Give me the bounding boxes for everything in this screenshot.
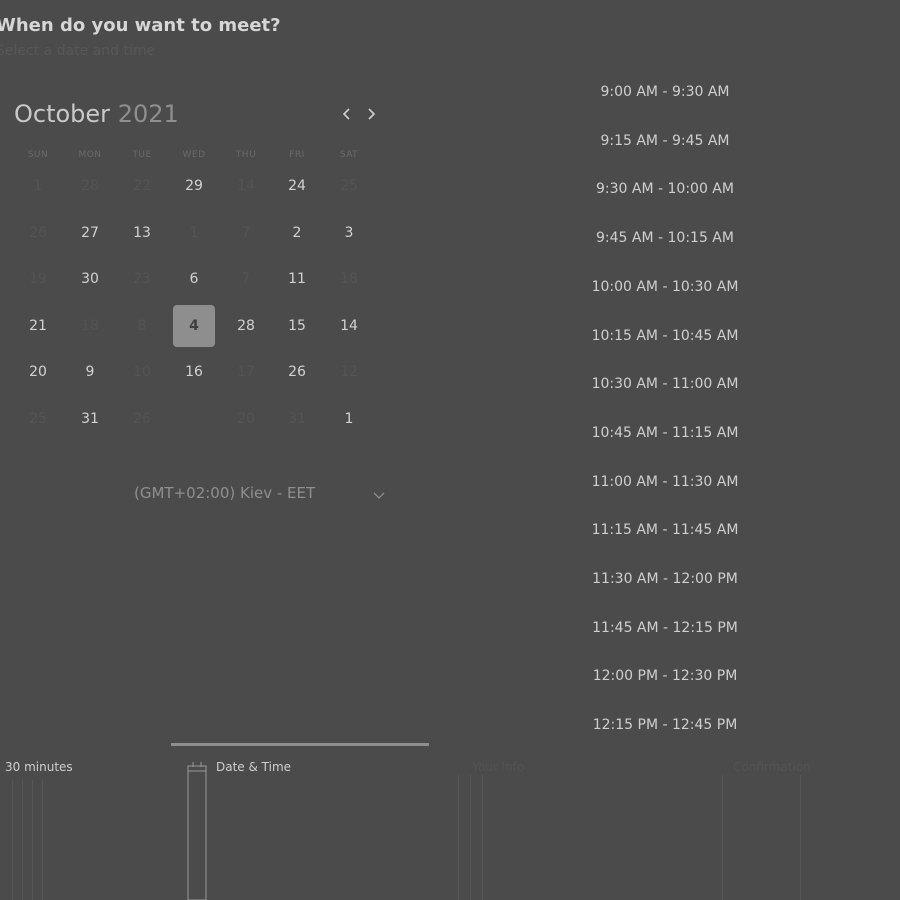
time-slot-button[interactable]: 9:15 AM - 9:45 AM	[570, 126, 760, 156]
calendar-day: 7	[241, 224, 251, 241]
calendar-day[interactable]: 2	[276, 212, 318, 254]
time-slot-button[interactable]: 12:00 PM - 12:30 PM	[570, 661, 760, 691]
chevron-left-icon	[342, 108, 350, 120]
calendar-day[interactable]: 16	[173, 351, 215, 393]
calendar-day: 19	[29, 271, 47, 287]
calendar-day-selected[interactable]: 4	[173, 304, 215, 347]
weekday-header: SAT	[339, 150, 359, 160]
calendar-day[interactable]: 14	[328, 305, 370, 347]
calendar-day: 31	[288, 410, 306, 427]
calendar-day[interactable]: 21	[17, 305, 59, 347]
calendar-day[interactable]: 1	[328, 398, 370, 440]
calendar-day: 14	[237, 178, 255, 194]
calendar-day: 12	[340, 364, 358, 380]
calendar-day: 18	[340, 271, 358, 287]
time-slot-button[interactable]: 11:15 AM - 11:45 AM	[570, 515, 760, 545]
weekday-header: FRI	[289, 150, 305, 160]
calendar-month-year: October 2021	[14, 100, 179, 128]
calendar-icon	[187, 762, 207, 900]
time-slot-button[interactable]: 9:00 AM - 9:30 AM	[570, 77, 760, 107]
weekday-header: TUE	[132, 150, 152, 160]
calendar-day: 28	[81, 178, 99, 194]
calendar-month: October	[14, 100, 111, 128]
calendar-day[interactable]: 9	[69, 351, 111, 393]
calendar-day: 1	[33, 178, 43, 194]
calendar-day: 7	[241, 271, 251, 287]
time-slot-button[interactable]: 9:45 AM - 10:15 AM	[570, 223, 760, 253]
page-title: When do you want to meet?	[0, 15, 281, 36]
step-details: Your Info	[472, 760, 525, 774]
time-slot-button[interactable]: 11:00 AM - 11:30 AM	[570, 467, 760, 497]
calendar-day: 8	[137, 317, 147, 334]
calendar-day[interactable]: 28	[225, 305, 267, 347]
calendar-day[interactable]: 6	[173, 258, 215, 300]
weekday-header: MON	[78, 150, 102, 160]
calendar-day[interactable]: 26	[276, 351, 318, 393]
calendar-day: 26	[133, 410, 151, 427]
calendar-day[interactable]: 27	[69, 212, 111, 254]
calendar-day: 23	[133, 271, 151, 287]
timezone-select[interactable]: (GMT+02:00) Kiev - EET	[134, 484, 315, 502]
weekday-header: WED	[182, 150, 206, 160]
calendar-day[interactable]: 31	[69, 398, 111, 440]
page-subtitle: Select a date and time	[0, 43, 156, 59]
calendar-day: 1	[189, 224, 199, 241]
chevron-right-icon	[368, 108, 376, 120]
calendar-day[interactable]: 24	[276, 165, 318, 207]
weekday-header: SUN	[27, 150, 49, 160]
time-slot-button[interactable]: 10:15 AM - 10:45 AM	[570, 321, 760, 351]
calendar-day[interactable]: 29	[173, 165, 215, 207]
calendar-day: 17	[237, 364, 255, 380]
calendar-year: 2021	[117, 100, 179, 128]
chevron-down-icon[interactable]	[371, 487, 387, 503]
calendar-day[interactable]: 13	[121, 212, 163, 254]
calendar-day[interactable]: 20	[17, 351, 59, 393]
step-progress-indicator	[171, 743, 429, 746]
prev-month-button[interactable]	[339, 102, 355, 126]
time-slot-button[interactable]: 10:30 AM - 11:00 AM	[570, 369, 760, 399]
time-slot-button[interactable]: 10:00 AM - 10:30 AM	[570, 272, 760, 302]
step-duration: 30 minutes	[5, 760, 73, 774]
time-slot-button[interactable]: 9:30 AM - 10:00 AM	[570, 174, 760, 204]
calendar-day[interactable]: 30	[69, 258, 111, 300]
next-month-button[interactable]	[363, 102, 379, 126]
weekday-header: THU	[235, 150, 257, 160]
calendar-day: 22	[133, 178, 151, 194]
time-slot-button[interactable]: 11:45 AM - 12:15 PM	[570, 613, 760, 643]
time-slot-button[interactable]: 11:30 AM - 12:00 PM	[570, 564, 760, 594]
calendar-day: 20	[237, 410, 255, 427]
step-date-time: Date & Time	[216, 760, 292, 774]
calendar-day[interactable]: 11	[276, 258, 318, 300]
calendar-day[interactable]: 3	[328, 212, 370, 254]
time-slot-button[interactable]: 10:45 AM - 11:15 AM	[570, 418, 760, 448]
step-confirmation: Confirmation	[733, 760, 811, 774]
calendar-day: 25	[340, 178, 358, 194]
calendar-day: 25	[29, 410, 47, 427]
calendar-day: 26	[29, 224, 47, 241]
calendar-day	[173, 398, 215, 440]
calendar-day[interactable]: 15	[276, 305, 318, 347]
time-slot-button[interactable]: 12:15 PM - 12:45 PM	[570, 710, 760, 740]
calendar-day: 18	[81, 317, 99, 334]
calendar-day: 10	[133, 364, 151, 380]
